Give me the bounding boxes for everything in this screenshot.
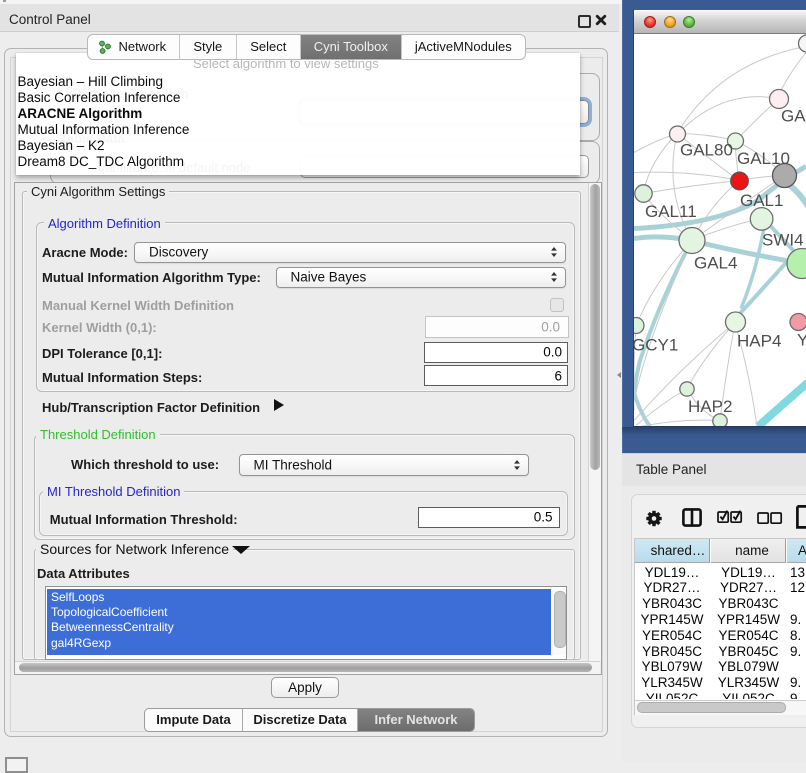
svg-text:GCY1: GCY1 <box>634 335 678 354</box>
svg-text:GAL: GAL <box>781 106 806 125</box>
svg-text:GAL4: GAL4 <box>694 253 737 272</box>
svg-text:GAL80: GAL80 <box>680 140 733 159</box>
svg-text:GAL1: GAL1 <box>740 191 783 210</box>
svg-text:HAP4: HAP4 <box>737 331 781 350</box>
svg-text:HAP2: HAP2 <box>688 397 732 416</box>
svg-text:SWI4: SWI4 <box>762 230 804 249</box>
svg-text:GAL11: GAL11 <box>645 202 697 221</box>
svg-text:GAL10: GAL10 <box>737 149 790 168</box>
svg-text:Y: Y <box>797 330 806 349</box>
